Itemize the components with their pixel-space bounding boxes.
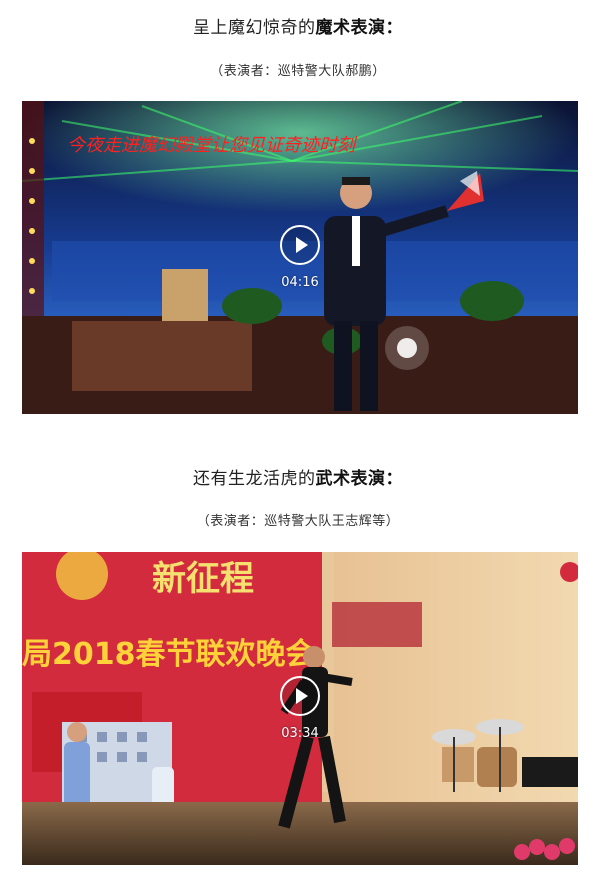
- magic-video-player[interactable]: 今夜走进魔幻殿堂让您见证奇迹时刻 04:16: [22, 101, 578, 414]
- magic-performer-credit: （表演者：巡特警大队郝鹏）: [210, 64, 386, 79]
- magic-play-button[interactable]: [280, 225, 320, 265]
- martial-video-duration: 03:34: [281, 726, 319, 741]
- banner-title: 新征程: [152, 559, 254, 599]
- play-icon: [296, 237, 308, 253]
- magic-heading-prefix: 呈上魔幻惊奇的: [193, 18, 316, 38]
- martial-video-player[interactable]: 新征程 局2018春节联欢晚会 03:34: [22, 552, 578, 865]
- magic-heading: 呈上魔幻惊奇的魔术表演：: [0, 16, 596, 40]
- martial-heading-suffix: ：: [385, 469, 403, 489]
- magic-heading-bold: 魔术表演: [315, 18, 386, 38]
- play-icon: [296, 688, 308, 704]
- magic-heading-suffix: ：: [385, 18, 403, 38]
- stage-banner-text: 今夜走进魔幻殿堂让您见证奇迹时刻: [67, 135, 358, 156]
- martial-heading-prefix: 还有生龙活虎的: [193, 469, 316, 489]
- martial-play-button[interactable]: [280, 676, 320, 716]
- martial-performer-credit: （表演者：巡特警大队王志辉等）: [196, 514, 400, 529]
- martial-heading-bold: 武术表演: [315, 469, 386, 489]
- martial-heading: 还有生龙活虎的武术表演：: [0, 467, 596, 491]
- banner-subtitle: 局2018春节联欢晚会: [22, 637, 316, 672]
- magic-video-duration: 04:16: [281, 275, 319, 290]
